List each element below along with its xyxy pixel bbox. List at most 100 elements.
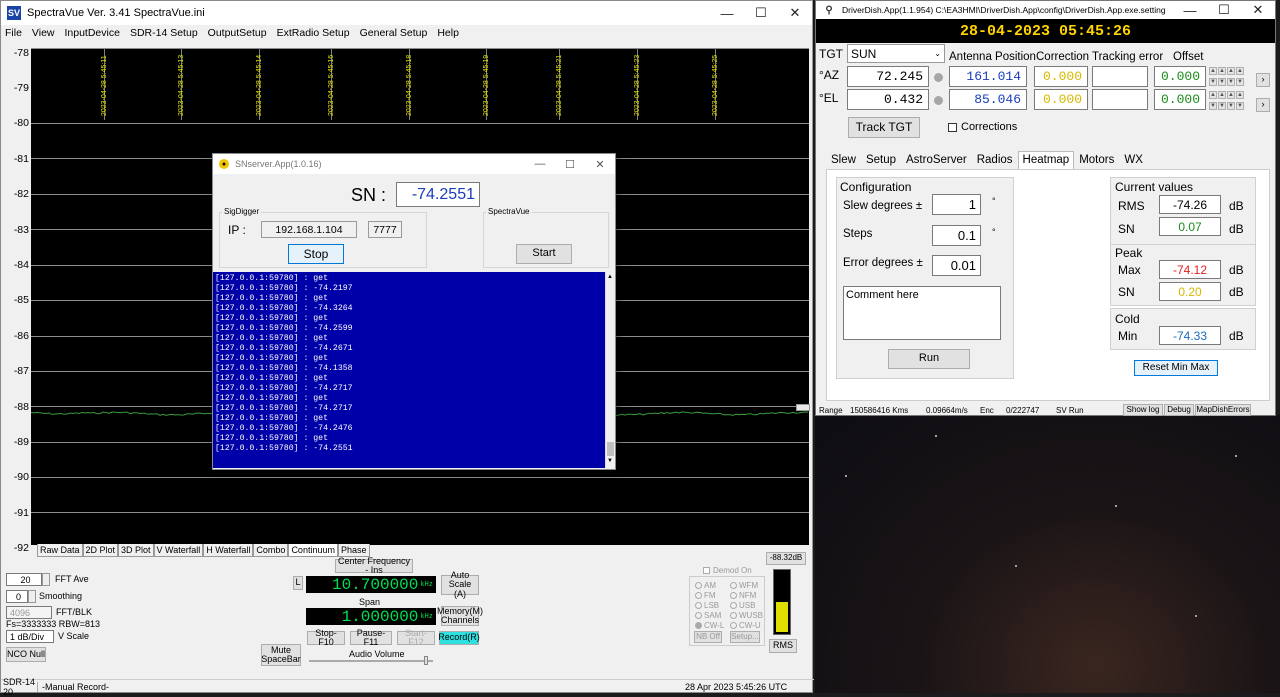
stop-f10-button[interactable]: Stop-F10 (307, 628, 345, 647)
tab-raw-data[interactable]: Raw Data (37, 544, 83, 557)
spin-up-icon[interactable]: ▲ (1227, 67, 1235, 75)
spin-down-icon[interactable]: ▼ (1218, 78, 1226, 86)
map-dish-errors-button[interactable]: MapDishErrors (1195, 404, 1251, 416)
error-degrees-input[interactable]: 0.01 (932, 255, 981, 276)
nco-null-button[interactable]: NCO Null (6, 647, 46, 662)
menu-inputdevice[interactable]: InputDevice (65, 27, 120, 39)
radio-lsb[interactable]: LSB (695, 601, 719, 610)
sigdigger-stop-button[interactable]: Stop (288, 244, 344, 264)
close-icon[interactable]: ✕ (585, 154, 615, 174)
start-f12-button[interactable]: Start-F12 (397, 628, 435, 647)
level-slider-handle[interactable] (796, 404, 810, 411)
spectravue-start-button[interactable]: Start (516, 244, 572, 264)
radio-wusb[interactable]: WUSB (730, 611, 763, 620)
minimize-icon[interactable]: — (525, 154, 555, 174)
radio-cw-l[interactable]: CW-L (695, 621, 724, 630)
tab-heatmap[interactable]: Heatmap (1017, 151, 1075, 169)
pause-f11-button[interactable]: Pause-F11 (350, 628, 392, 647)
smoothing-spinner[interactable] (28, 590, 36, 603)
target-select[interactable]: SUN ⌄ (847, 44, 945, 63)
spin-down-icon[interactable]: ▼ (1236, 102, 1244, 110)
radio-am[interactable]: AM (695, 581, 716, 590)
audio-volume-slider[interactable] (309, 660, 433, 662)
spin-up-icon[interactable]: ▲ (1218, 67, 1226, 75)
vscale-select[interactable]: 1 dB/Div (6, 630, 54, 643)
server-log-console[interactable]: [127.0.0.1:59780] : get [127.0.0.1:59780… (213, 272, 605, 468)
menu-help[interactable]: Help (437, 27, 459, 39)
fft-ave-input[interactable]: 20 (6, 573, 42, 586)
tab-3d-plot[interactable]: 3D Plot (118, 544, 154, 557)
spin-up-icon[interactable]: ▲ (1209, 91, 1217, 99)
maximize-icon[interactable]: ☐ (1207, 1, 1241, 19)
menu-sdr14-setup[interactable]: SDR-14 Setup (130, 27, 198, 39)
run-button[interactable]: Run (888, 349, 970, 369)
el-target-field[interactable]: 0.432 (847, 89, 929, 110)
smoothing-input[interactable]: 0 (6, 590, 28, 603)
span-display[interactable]: 1.000000 kHz (306, 608, 436, 626)
fft-ave-spinner[interactable] (42, 573, 50, 586)
mute-button[interactable]: Mute SpaceBar (261, 644, 301, 666)
spin-down-icon[interactable]: ▼ (1236, 78, 1244, 86)
console-scrollbar[interactable]: ▲ ▼ (605, 272, 615, 468)
close-icon[interactable]: ✕ (778, 1, 812, 25)
maximize-icon[interactable]: ☐ (744, 1, 778, 25)
reset-min-max-button[interactable]: Reset Min Max (1134, 360, 1218, 376)
chevron-right-icon[interactable]: › (1256, 73, 1270, 87)
el-offset-field[interactable]: 0.000 (1154, 89, 1206, 110)
record-button[interactable]: Record(R) (438, 631, 480, 645)
menu-general-setup[interactable]: General Setup (360, 27, 428, 39)
radio-nfm[interactable]: NFM (730, 591, 756, 600)
tab-slew[interactable]: Slew (826, 151, 861, 169)
comment-textarea[interactable]: Comment here (843, 286, 1001, 340)
fft-blk-select[interactable]: 4096 (6, 606, 52, 619)
spin-down-icon[interactable]: ▼ (1227, 102, 1235, 110)
spin-down-icon[interactable]: ▼ (1209, 78, 1217, 86)
tab-radios[interactable]: Radios (972, 151, 1018, 169)
tab-v-waterfall[interactable]: V Waterfall (153, 544, 204, 557)
ip-input[interactable]: 192.168.1.104 (261, 221, 357, 238)
l-button[interactable]: L (293, 576, 303, 590)
radio-wfm[interactable]: WFM (730, 581, 758, 590)
port-input[interactable]: 7777 (368, 221, 402, 238)
tab-combo[interactable]: Combo (253, 544, 289, 557)
audio-volume-thumb[interactable] (424, 656, 428, 665)
chevron-right-icon[interactable]: › (1256, 98, 1270, 112)
scroll-thumb[interactable] (607, 442, 614, 456)
demod-on-checkbox[interactable] (703, 567, 710, 574)
menu-outputsetup[interactable]: OutputSetup (208, 27, 267, 39)
nb-off-button[interactable]: NB Off (694, 631, 722, 643)
track-tgt-button[interactable]: Track TGT (848, 117, 920, 138)
auto-scale-button[interactable]: Auto Scale (A) (441, 570, 479, 598)
scroll-down-icon[interactable]: ▼ (607, 458, 613, 464)
spin-up-icon[interactable]: ▲ (1227, 91, 1235, 99)
spin-down-icon[interactable]: ▼ (1218, 102, 1226, 110)
tab-astroserver[interactable]: AstroServer (901, 151, 972, 169)
show-log-button[interactable]: Show log (1123, 404, 1163, 416)
spin-up-icon[interactable]: ▲ (1209, 67, 1217, 75)
debug-button[interactable]: Debug (1164, 404, 1194, 416)
tab-motors[interactable]: Motors (1074, 151, 1119, 169)
menu-extradio-setup[interactable]: ExtRadio Setup (277, 27, 350, 39)
scroll-up-icon[interactable]: ▲ (607, 274, 613, 280)
menu-view[interactable]: View (32, 27, 55, 39)
spin-down-icon[interactable]: ▼ (1209, 102, 1217, 110)
tab-wx[interactable]: WX (1119, 151, 1148, 169)
tab-continuum[interactable]: Continuum (288, 544, 338, 557)
slew-degrees-input[interactable]: 1 (932, 194, 981, 215)
spin-up-icon[interactable]: ▲ (1218, 91, 1226, 99)
spin-up-icon[interactable]: ▲ (1236, 91, 1244, 99)
maximize-icon[interactable]: ☐ (555, 154, 585, 174)
tab-2d-plot[interactable]: 2D Plot (82, 544, 119, 557)
steps-input[interactable]: 0.1 (932, 225, 981, 246)
close-icon[interactable]: ✕ (1241, 1, 1275, 19)
demod-setup-button[interactable]: Setup... (730, 631, 760, 643)
tab-h-waterfall[interactable]: H Waterfall (203, 544, 254, 557)
center-frequency-display[interactable]: 10.700000 kHz (306, 576, 436, 594)
spin-up-icon[interactable]: ▲ (1236, 67, 1244, 75)
spin-down-icon[interactable]: ▼ (1227, 78, 1235, 86)
radio-cw-u[interactable]: CW-U (730, 621, 761, 630)
tab-setup[interactable]: Setup (861, 151, 901, 169)
az-target-field[interactable]: 72.245 (847, 66, 929, 87)
minimize-icon[interactable]: — (710, 1, 744, 25)
radio-usb[interactable]: USB (730, 601, 755, 610)
